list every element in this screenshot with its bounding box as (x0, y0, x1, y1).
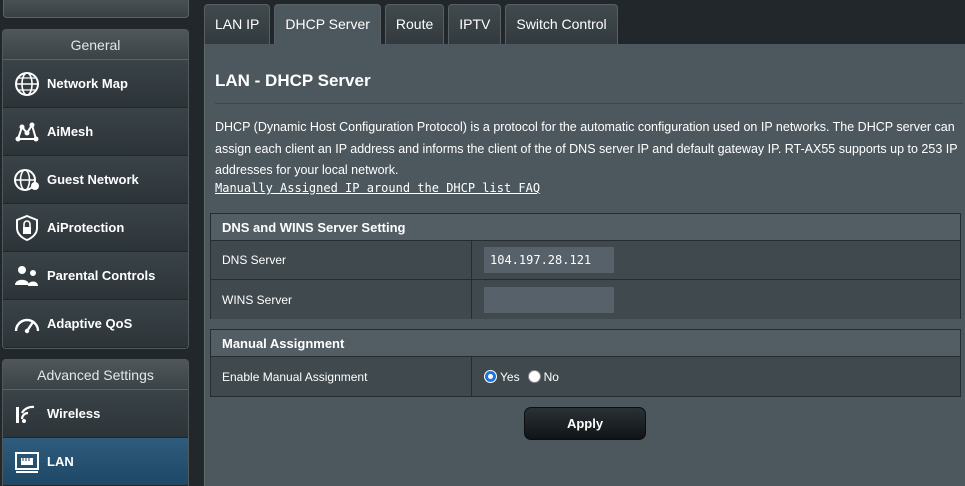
section-title: Manual Assignment (211, 330, 960, 357)
tab-route[interactable]: Route (384, 4, 445, 45)
lan-icon (9, 444, 45, 480)
network-map-icon (9, 66, 45, 102)
radio-yes-label: Yes (500, 369, 520, 384)
adaptive-qos-icon (9, 306, 45, 342)
wins-server-row: WINS Server (211, 280, 960, 319)
radio-no[interactable]: No (527, 369, 559, 384)
sidebar-advanced-title: Advanced Settings (3, 360, 188, 390)
dns-server-cell (472, 241, 960, 279)
sidebar-advanced-group: Advanced Settings Wireless LAN (2, 359, 189, 486)
sidebar-item-aiprotection[interactable]: AiProtection (3, 204, 188, 252)
wireless-icon (9, 396, 45, 432)
content-panel: LAN - DHCP Server DHCP (Dynamic Host Con… (204, 44, 965, 486)
sidebar-item-label: Wireless (47, 406, 101, 421)
title-divider (215, 103, 963, 104)
apply-button[interactable]: Apply (524, 407, 646, 440)
wins-server-cell (472, 280, 960, 319)
tab-switch-control[interactable]: Switch Control (505, 4, 618, 45)
aiprotection-icon (9, 210, 45, 246)
enable-manual-row: Enable Manual Assignment Yes No (211, 357, 960, 396)
sidebar: General Network Map AiMesh Guest Network… (0, 0, 190, 486)
sidebar-item-parental-controls[interactable]: Parental Controls (3, 252, 188, 300)
page-description: DHCP (Dynamic Host Configuration Protoco… (215, 120, 958, 177)
sidebar-item-network-map[interactable]: Network Map (3, 60, 188, 108)
wins-server-label: WINS Server (211, 280, 472, 319)
radio-no-circle[interactable] (527, 370, 541, 383)
tab-lan-ip[interactable]: LAN IP (204, 4, 271, 45)
faq-link[interactable]: Manually Assigned IP around the DHCP lis… (215, 181, 540, 195)
sidebar-item-label: Adaptive QoS (47, 316, 133, 331)
aimesh-icon (9, 114, 45, 150)
sidebar-top-panel (3, 0, 189, 18)
sidebar-general-group: General Network Map AiMesh Guest Network… (2, 29, 189, 349)
sidebar-item-label: Parental Controls (47, 268, 156, 283)
manual-assignment-section: Manual Assignment Enable Manual Assignme… (210, 329, 961, 397)
dns-server-row: DNS Server (211, 241, 960, 280)
dns-wins-section: DNS and WINS Server Setting DNS Server W… (210, 213, 961, 319)
page-title: LAN - DHCP Server (215, 71, 371, 90)
enable-manual-label: Enable Manual Assignment (211, 357, 472, 396)
sidebar-item-label: AiProtection (47, 220, 125, 235)
section-title: DNS and WINS Server Setting (211, 214, 960, 241)
sidebar-item-adaptive-qos[interactable]: Adaptive QoS (3, 300, 188, 348)
sidebar-item-guest-network[interactable]: Guest Network (3, 156, 188, 204)
enable-manual-cell: Yes No (472, 357, 960, 396)
radio-yes[interactable]: Yes (484, 370, 520, 384)
sidebar-item-aimesh[interactable]: AiMesh (3, 108, 188, 156)
sidebar-item-label: LAN (47, 454, 74, 469)
sidebar-item-wireless[interactable]: Wireless (3, 390, 188, 438)
radio-no-label: No (543, 369, 559, 384)
parental-controls-icon (9, 258, 45, 294)
tab-dhcp-server[interactable]: DHCP Server (274, 4, 381, 45)
sidebar-general-title: General (3, 30, 188, 60)
tab-iptv[interactable]: IPTV (448, 4, 502, 45)
tab-bar: LAN IP DHCP Server Route IPTV Switch Con… (204, 4, 622, 45)
sidebar-item-lan[interactable]: LAN (3, 438, 188, 486)
radio-yes-circle[interactable] (484, 370, 497, 383)
guest-network-icon (9, 162, 45, 198)
dns-server-input[interactable] (484, 247, 614, 273)
dns-server-label: DNS Server (211, 241, 472, 279)
sidebar-item-label: AiMesh (47, 124, 94, 139)
sidebar-item-label: Network Map (47, 76, 128, 91)
sidebar-item-label: Guest Network (47, 172, 139, 187)
wins-server-input[interactable] (484, 286, 614, 313)
